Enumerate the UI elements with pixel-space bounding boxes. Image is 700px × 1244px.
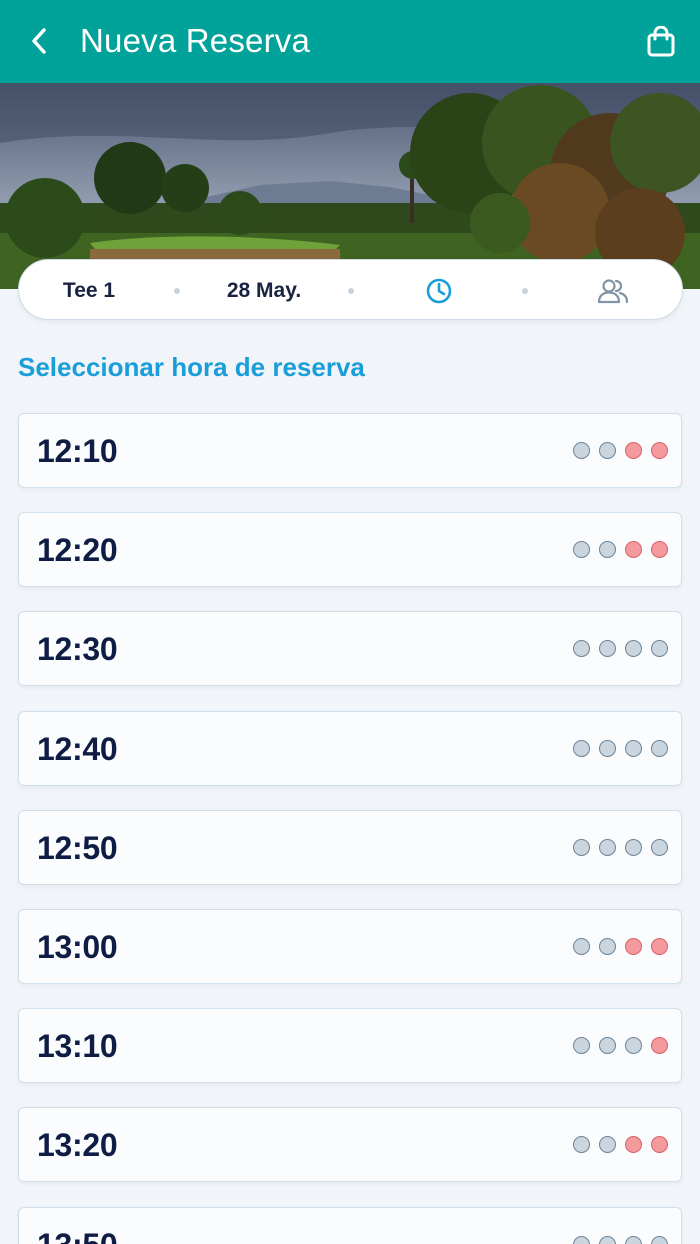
- player-slot-free: [599, 1136, 616, 1153]
- time-slot-row[interactable]: 13:20: [18, 1107, 682, 1182]
- player-availability: [573, 740, 668, 757]
- time-slot-row[interactable]: 12:50: [18, 810, 682, 885]
- player-slot-free: [651, 640, 668, 657]
- step-players[interactable]: [583, 260, 643, 321]
- time-slot-row[interactable]: 12:30: [18, 611, 682, 686]
- player-availability: [573, 442, 668, 459]
- player-slot-free: [625, 1236, 642, 1244]
- player-slot-free: [573, 938, 590, 955]
- slot-time: 12:20: [37, 532, 118, 568]
- player-slot-free: [651, 839, 668, 856]
- step-tee-label: Tee 1: [62, 278, 116, 302]
- slot-time: 13:10: [37, 1028, 118, 1064]
- time-slot-row[interactable]: 12:20: [18, 512, 682, 587]
- player-slot-free: [573, 839, 590, 856]
- slot-time: 12:30: [37, 631, 118, 667]
- player-slot-free: [573, 1037, 590, 1054]
- player-slot-free: [599, 541, 616, 558]
- player-slot-free: [625, 1037, 642, 1054]
- player-slot-free: [573, 1236, 590, 1244]
- users-icon: [597, 278, 629, 303]
- cart-button[interactable]: [644, 24, 678, 60]
- player-slot-taken: [651, 938, 668, 955]
- player-slot-taken: [651, 1037, 668, 1054]
- step-tee[interactable]: Tee 1: [29, 260, 149, 321]
- player-slot-free: [651, 740, 668, 757]
- player-slot-free: [573, 1136, 590, 1153]
- player-availability: [573, 1236, 668, 1244]
- player-slot-free: [573, 442, 590, 459]
- player-slot-taken: [651, 442, 668, 459]
- player-slot-taken: [625, 1136, 642, 1153]
- player-slot-free: [625, 839, 642, 856]
- step-separator: [348, 288, 354, 294]
- player-availability: [573, 541, 668, 558]
- player-slot-free: [599, 442, 616, 459]
- player-slot-free: [573, 640, 590, 657]
- slot-time: 12:40: [37, 731, 118, 767]
- player-slot-free: [599, 938, 616, 955]
- step-date-label: 28 May.: [226, 278, 302, 302]
- time-slot-row[interactable]: 13:00: [18, 909, 682, 984]
- page-title: Nueva Reserva: [80, 22, 311, 59]
- player-slot-free: [599, 839, 616, 856]
- app-bar: Nueva Reserva: [0, 0, 700, 83]
- booking-steps: Tee 1 28 May.: [18, 259, 683, 320]
- player-slot-taken: [625, 442, 642, 459]
- player-slot-free: [573, 541, 590, 558]
- player-slot-taken: [651, 1136, 668, 1153]
- time-slot-row[interactable]: 12:10: [18, 413, 682, 488]
- step-time[interactable]: [409, 260, 469, 321]
- player-slot-free: [625, 740, 642, 757]
- time-slot-row[interactable]: 13:50: [18, 1207, 682, 1244]
- player-slot-free: [573, 740, 590, 757]
- section-title: Seleccionar hora de reserva: [18, 352, 365, 382]
- step-separator: [174, 288, 180, 294]
- player-availability: [573, 938, 668, 955]
- player-availability: [573, 1136, 668, 1153]
- chevron-left-icon: [32, 28, 46, 54]
- slot-time: 12:50: [37, 830, 118, 866]
- player-slot-free: [599, 1236, 616, 1244]
- back-button[interactable]: [22, 24, 56, 58]
- step-date[interactable]: 28 May.: [199, 260, 329, 321]
- player-slot-free: [599, 1037, 616, 1054]
- player-availability: [573, 640, 668, 657]
- player-slot-taken: [651, 541, 668, 558]
- time-slot-row[interactable]: 13:10: [18, 1008, 682, 1083]
- slot-time: 13:50: [37, 1227, 118, 1244]
- player-slot-free: [599, 740, 616, 757]
- slot-time: 12:10: [37, 433, 118, 469]
- player-slot-taken: [625, 541, 642, 558]
- time-slot-row[interactable]: 12:40: [18, 711, 682, 786]
- player-slot-free: [625, 640, 642, 657]
- player-slot-taken: [625, 938, 642, 955]
- player-availability: [573, 839, 668, 856]
- shopping-bag-icon: [647, 26, 675, 57]
- slot-time: 13:20: [37, 1127, 118, 1163]
- step-separator: [522, 288, 528, 294]
- clock-icon: [426, 278, 452, 303]
- player-slot-free: [599, 640, 616, 657]
- player-availability: [573, 1037, 668, 1054]
- player-slot-free: [651, 1236, 668, 1244]
- slot-time: 13:00: [37, 929, 118, 965]
